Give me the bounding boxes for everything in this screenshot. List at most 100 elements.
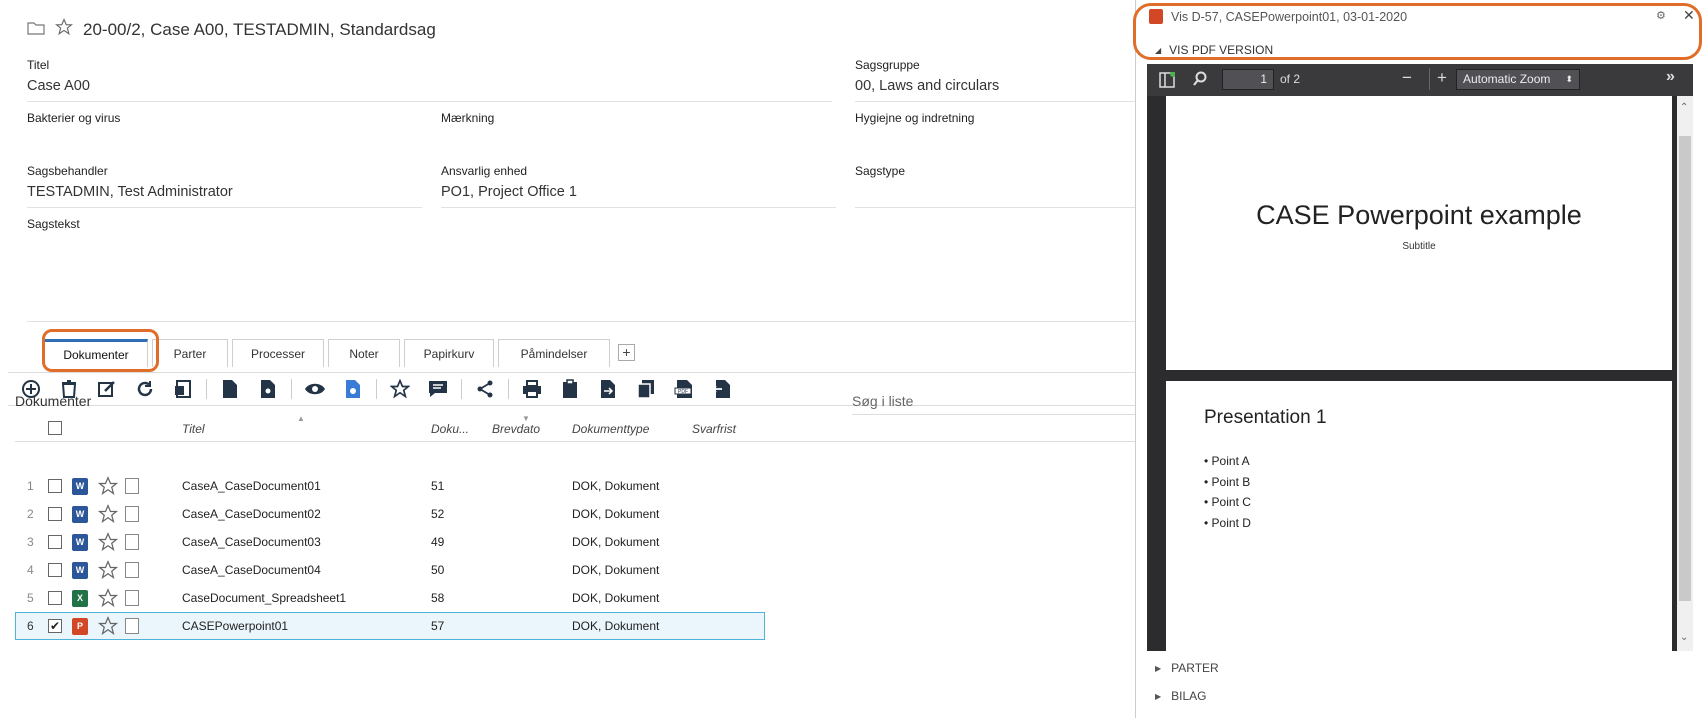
favorite-star-icon[interactable]	[97, 588, 119, 611]
case-title: 20-00/2, Case A00, TESTADMIN, Standardsa…	[83, 19, 436, 39]
table-row[interactable]: 4 W CaseA_CaseDocument04 50 DOK, Dokumen…	[15, 556, 765, 584]
share-icon[interactable]	[466, 374, 504, 404]
comment-icon[interactable]	[419, 374, 457, 404]
page-number-input[interactable]: 1	[1222, 69, 1274, 90]
tab-papirkurv[interactable]: Papirkurv	[404, 339, 494, 367]
pdf-viewer[interactable]: CASE Powerpoint example Subtitle Present…	[1147, 96, 1693, 651]
favorite-star-icon[interactable]	[97, 560, 119, 583]
hygiejne-input[interactable]	[855, 131, 1135, 155]
scrollbar-thumb[interactable]	[1679, 136, 1691, 601]
star-icon[interactable]	[381, 374, 419, 404]
select-all-checkbox[interactable]	[48, 421, 62, 435]
bakterier-input[interactable]	[27, 131, 422, 155]
row-title[interactable]: CaseA_CaseDocument03	[182, 535, 321, 549]
pdf-scrollbar[interactable]: ⌃ ⌄	[1677, 96, 1693, 651]
view-eye-icon[interactable]	[296, 374, 334, 404]
table-row[interactable]: 3 W CaseA_CaseDocument03 49 DOK, Dokumen…	[15, 528, 765, 556]
tools-menu-icon[interactable]: »	[1666, 68, 1675, 86]
zoom-select-value: Automatic Zoom	[1463, 72, 1551, 86]
document-page-icon	[125, 534, 139, 550]
table-row-selected[interactable]: 6 ✔ P CASEPowerpoint01 57 DOK, Dokument	[15, 612, 765, 640]
column-header-dokumenttype[interactable]: Dokumenttype	[572, 422, 649, 436]
favorite-star-icon[interactable]	[97, 504, 119, 527]
table-row[interactable]: 2 W CaseA_CaseDocument02 52 DOK, Dokumen…	[15, 500, 765, 528]
clipboard-icon[interactable]	[551, 374, 589, 404]
row-checkbox[interactable]	[48, 535, 62, 549]
table-row[interactable]: 5 X CaseDocument_Spreadsheet1 58 DOK, Do…	[15, 584, 765, 612]
copy-icon[interactable]	[627, 374, 665, 404]
maerkning-input[interactable]	[441, 131, 836, 155]
field-sagstekst[interactable]: Sagstekst	[27, 217, 1135, 322]
tab-processer[interactable]: Processer	[232, 339, 324, 367]
row-checkbox[interactable]	[48, 591, 62, 605]
favorite-star-icon[interactable]	[97, 476, 119, 499]
column-header-doku[interactable]: Doku...	[431, 422, 469, 436]
print-icon[interactable]	[513, 374, 551, 404]
section-label: PARTER	[1171, 661, 1219, 675]
section-bilag[interactable]: ▶ BILAG	[1155, 689, 1207, 703]
row-number: 4	[27, 563, 34, 577]
edit-icon[interactable]	[88, 374, 126, 404]
row-title[interactable]: CaseA_CaseDocument04	[182, 563, 321, 577]
document-star-icon[interactable]	[249, 374, 287, 404]
row-number: 5	[27, 591, 34, 605]
sagstype-input[interactable]	[855, 184, 1135, 208]
row-title[interactable]: CaseA_CaseDocument02	[182, 507, 321, 521]
sagsgruppe-input[interactable]: 00, Laws and circulars	[855, 78, 1135, 102]
document-page-icon	[125, 478, 139, 494]
toolbar-divider	[1429, 68, 1430, 90]
scroll-down-icon[interactable]: ⌄	[1680, 632, 1688, 643]
preview-document-icon[interactable]	[334, 374, 372, 404]
column-header-brevdato[interactable]: Brevdato	[492, 422, 540, 436]
move-document-icon[interactable]	[589, 374, 627, 404]
search-icon[interactable]	[1192, 71, 1208, 90]
sagsbehandler-input[interactable]: TESTADMIN, Test Administrator	[27, 184, 422, 208]
row-title[interactable]: CaseDocument_Spreadsheet1	[182, 591, 346, 605]
slide-subtitle: Subtitle	[1402, 241, 1436, 252]
word-file-icon: W	[72, 477, 88, 495]
favorite-star-icon[interactable]	[54, 18, 74, 41]
field-sagsgruppe: Sagsgruppe 00, Laws and circulars	[855, 58, 1135, 102]
add-tab-button[interactable]: +	[618, 344, 635, 361]
field-label: Titel	[27, 58, 50, 72]
row-title[interactable]: CaseA_CaseDocument01	[182, 479, 321, 493]
tab-noter[interactable]: Noter	[328, 339, 400, 367]
row-checkbox[interactable]: ✔	[48, 619, 62, 633]
section-parter[interactable]: ▶ PARTER	[1155, 661, 1219, 675]
refresh-icon[interactable]	[126, 374, 164, 404]
field-label: Hygiejne og indretning	[855, 111, 975, 125]
bullet-item: • Point C	[1204, 495, 1251, 509]
slide-title: CASE Powerpoint example	[1256, 200, 1582, 230]
row-type: DOK, Dokument	[572, 479, 660, 493]
row-type: DOK, Dokument	[572, 507, 660, 521]
highlight-outline	[1133, 3, 1702, 60]
favorite-star-icon[interactable]	[97, 532, 119, 555]
document-icon[interactable]	[211, 374, 249, 404]
pdf-icon[interactable]: PDF	[665, 374, 703, 404]
table-row[interactable]: 1 W CaseA_CaseDocument01 51 DOK, Dokumen…	[15, 472, 765, 500]
zoom-select[interactable]: Automatic Zoom ⬍	[1456, 69, 1580, 90]
zoom-out-icon[interactable]: −	[1402, 68, 1412, 88]
favorite-star-icon[interactable]	[97, 616, 119, 639]
zoom-in-icon[interactable]: +	[1437, 68, 1447, 88]
field-hygiejne: Hygiejne og indretning	[855, 111, 1135, 155]
tab-parter[interactable]: Parter	[152, 339, 228, 367]
pdf-toolbar: 1 of 2 − + Automatic Zoom ⬍ »	[1147, 64, 1693, 96]
row-checkbox[interactable]	[48, 479, 62, 493]
row-checkbox[interactable]	[48, 563, 62, 577]
scroll-up-icon[interactable]: ⌃	[1680, 102, 1688, 113]
row-title[interactable]: CASEPowerpoint01	[182, 619, 288, 633]
row-checkbox[interactable]	[48, 507, 62, 521]
return-document-icon[interactable]	[703, 374, 741, 404]
column-header-svarfrist[interactable]: Svarfrist	[692, 422, 736, 436]
row-doku: 58	[431, 591, 445, 605]
caret-right-icon: ▶	[1155, 663, 1162, 673]
titel-input[interactable]: Case A00	[27, 78, 832, 102]
excel-export-icon[interactable]	[164, 374, 202, 404]
column-header-titel[interactable]: Titel	[182, 422, 205, 436]
list-search-input[interactable]: Søg i liste	[852, 393, 1135, 415]
field-titel: Titel Case A00	[27, 58, 832, 102]
ansvarlig-input[interactable]: PO1, Project Office 1	[441, 184, 836, 208]
tab-paamindelser[interactable]: Påmindelser	[498, 339, 610, 367]
sidebar-toggle-icon[interactable]	[1159, 71, 1176, 91]
